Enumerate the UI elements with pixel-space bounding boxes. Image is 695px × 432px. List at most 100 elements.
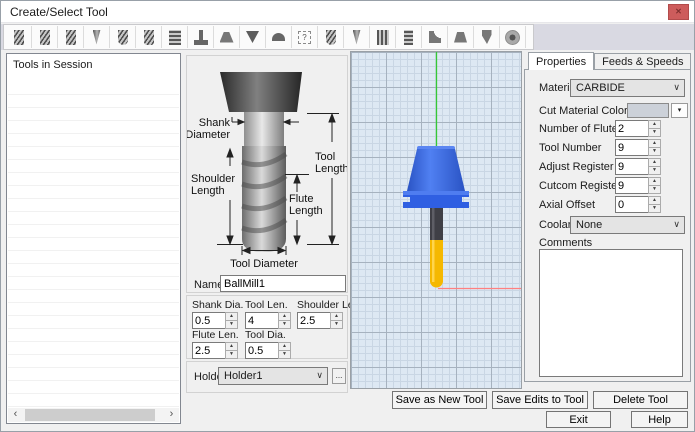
tool-3d-render [403,52,521,290]
tool-number-label: Tool Number [539,142,602,154]
tool-button-dovetail-mill[interactable] [448,26,474,48]
adjust-register-up-icon[interactable]: ▲ [648,158,661,167]
cutcom-register-input[interactable] [615,177,648,194]
shank-dia-label: Shank Dia. [192,299,244,311]
tool-button-ballnose-endmill[interactable] [110,26,136,48]
tool-button-custom-tool[interactable] [292,26,318,48]
tool-button-tap[interactable] [396,26,422,48]
tool-number-input[interactable] [615,139,648,156]
tool-number-up-icon[interactable]: ▲ [648,139,661,148]
flutes-up-icon[interactable]: ▲ [648,120,661,129]
flute-len-down-icon[interactable]: ▼ [225,351,238,359]
adjust-register-stepper[interactable]: ▲▼ [615,158,661,175]
save-edits-to-tool-button[interactable]: Save Edits to Tool [492,391,588,409]
tool-len-stepper[interactable]: ▲▼ [245,312,291,329]
shoulder-len-up-icon[interactable]: ▲ [330,312,343,321]
shank-dia-stepper[interactable]: ▲▼ [192,312,238,329]
holder-select[interactable]: Holder1 [218,367,328,385]
comments-textarea[interactable] [539,249,683,377]
tool-name-input[interactable] [220,275,346,292]
drill-icon [92,29,101,45]
axial-offset-input[interactable] [615,196,648,213]
tool-button-bullnose-endmill[interactable] [136,26,162,48]
axial-offset-up-icon[interactable]: ▲ [648,196,661,205]
holder-selected-value: Holder1 [224,370,263,382]
tools-list-rows[interactable] [8,82,179,407]
flute-len-stepper[interactable]: ▲▼ [192,342,238,359]
t-slot-cutter-icon [193,29,208,45]
tool-button-face-mill[interactable] [500,26,526,48]
tool-number-down-icon[interactable]: ▼ [648,148,661,156]
tool-len-label: Tool Len. [245,299,288,311]
tool-button-reamer[interactable] [370,26,396,48]
tool-len-input[interactable] [245,312,278,329]
tool-button-corner-rounding[interactable] [422,26,448,48]
exit-button[interactable]: Exit [546,411,611,428]
dimensions-group: Shank Dia. ▲▼ Tool Len. ▲▼ Shoulder Len.… [186,295,362,359]
tool-button-t-slot-cutter[interactable] [188,26,214,48]
tool-button-radius-mill[interactable] [266,26,292,48]
help-button[interactable]: Help [631,411,688,428]
tool-len-down-icon[interactable]: ▼ [278,321,291,329]
flutes-down-icon[interactable]: ▼ [648,129,661,137]
cut-material-color-swatch[interactable] [627,103,669,118]
tools-in-session-list[interactable]: Tools in Session ‹ › [6,53,181,424]
tool-button-chamfer-mill[interactable] [214,26,240,48]
tool-shank [430,208,443,240]
ballnose-endmill-icon [117,29,128,45]
tool-dia-input[interactable] [245,342,278,359]
cutcom-register-down-icon[interactable]: ▼ [648,186,661,194]
tool-dia-stepper[interactable]: ▲▼ [245,342,291,359]
cutcom-register-stepper[interactable]: ▲▼ [615,177,661,194]
coolant-select[interactable]: None [570,216,685,234]
tool-dia-up-icon[interactable]: ▲ [278,342,291,351]
tool-number-stepper[interactable]: ▲▼ [615,139,661,156]
shoulder-len-down-icon[interactable]: ▼ [330,321,343,329]
close-button[interactable]: ✕ [668,4,689,20]
shank-dia-input[interactable] [192,312,225,329]
material-select[interactable]: CARBIDE [570,79,685,97]
countersink-icon [352,29,361,45]
tool-len-up-icon[interactable]: ▲ [278,312,291,321]
tool-button-rough-endmill[interactable] [6,26,32,48]
cut-material-color-dropdown[interactable]: ▾ [671,103,688,118]
shoulder-len-stepper[interactable]: ▲▼ [297,312,343,329]
flute-len-up-icon[interactable]: ▲ [225,342,238,351]
number-of-flutes-input[interactable] [615,120,648,137]
adjust-register-label: Adjust Register [539,161,614,173]
adjust-register-down-icon[interactable]: ▼ [648,167,661,175]
properties-panel: Material CARBIDE Cut Material Color ▾ Nu… [524,69,691,382]
tool-dia-down-icon[interactable]: ▼ [278,351,291,359]
tool-button-countersink[interactable] [344,26,370,48]
tool-button-spot-drill[interactable] [240,26,266,48]
save-as-new-tool-button[interactable]: Save as New Tool [392,391,487,409]
shoulder-len-input[interactable] [297,312,330,329]
tool-button-thread-mill[interactable] [162,26,188,48]
tab-properties[interactable]: Properties [528,52,595,70]
flute-len-input[interactable] [192,342,225,359]
tool-button-tapered-ballnose[interactable] [318,26,344,48]
tool-button-center-cutting-endmill[interactable] [58,26,84,48]
axial-offset-stepper[interactable]: ▲▼ [615,196,661,213]
holder-browse-button[interactable]: ... [332,368,346,384]
axial-offset-down-icon[interactable]: ▼ [648,205,661,213]
number-of-flutes-stepper[interactable]: ▲▼ [615,120,661,137]
tools-list-hscrollbar[interactable]: ‹ › [8,408,179,422]
spot-drill-icon [246,31,259,43]
scroll-left-icon[interactable]: ‹ [8,408,23,422]
title-bar: Create/Select Tool ✕ [1,1,694,23]
adjust-register-input[interactable] [615,158,648,175]
scroll-right-icon[interactable]: › [164,408,179,422]
cutcom-register-up-icon[interactable]: ▲ [648,177,661,186]
delete-tool-button[interactable]: Delete Tool [593,391,688,409]
holder-flange-highlight [403,191,469,195]
tool-3d-preview[interactable] [350,51,522,389]
tool-button-engraver[interactable] [474,26,500,48]
scrollbar-thumb[interactable] [25,409,155,421]
shank-dia-up-icon[interactable]: ▲ [225,312,238,321]
tool-button-flat-endmill[interactable] [32,26,58,48]
tab-feeds-speeds[interactable]: Feeds & Speeds [594,53,692,70]
shank-dia-down-icon[interactable]: ▼ [225,321,238,329]
tool-button-drill[interactable] [84,26,110,48]
dovetail-mill-icon [454,31,467,43]
